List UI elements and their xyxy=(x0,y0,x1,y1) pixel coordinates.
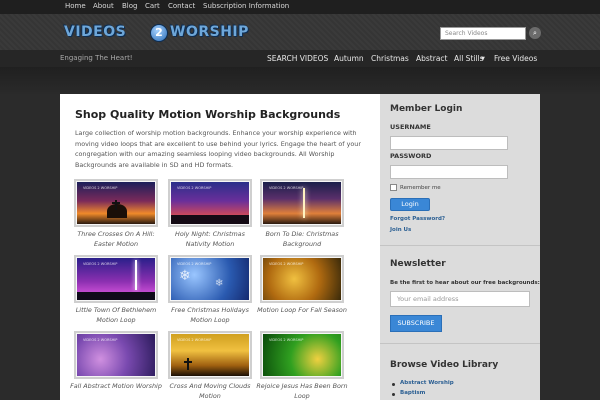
product-caption[interactable]: Rejoice Jesus Has Been Born Loop xyxy=(254,382,350,400)
nav-abstract[interactable]: Abstract xyxy=(416,54,447,63)
product-caption[interactable]: Little Town Of Bethlehem Motion Loop xyxy=(68,306,164,325)
divider xyxy=(380,343,540,344)
member-login-title: Member Login xyxy=(390,104,463,114)
main-content: Shop Quality Motion Worship Backgrounds … xyxy=(60,94,380,400)
product-thumbnail[interactable]: VIDEOS 2 WORSHIP xyxy=(74,331,158,379)
page-description: Large collection of worship motion backg… xyxy=(75,129,361,169)
product-thumbnail[interactable]: VIDEOS 2 WORSHIP xyxy=(168,179,252,227)
top-nav: Home About Blog Cart Contact Subscriptio… xyxy=(0,0,600,14)
product-thumbnail[interactable]: VIDEOS 2 WORSHIP xyxy=(260,179,344,227)
nav-contact-link[interactable]: Contact xyxy=(168,2,195,10)
nav-autumn[interactable]: Autumn xyxy=(334,54,364,63)
sidebar: Member Login USERNAME PASSWORD Remember … xyxy=(380,94,540,400)
search-input[interactable]: Search Videos xyxy=(440,27,526,40)
join-us-link[interactable]: Join Us xyxy=(390,227,411,233)
username-label: USERNAME xyxy=(390,123,431,131)
newsletter-text: Be the first to hear about our free back… xyxy=(390,280,540,286)
product-caption[interactable]: Fall Abstract Motion Worship xyxy=(68,382,164,392)
nav-cart-link[interactable]: Cart xyxy=(145,2,160,10)
logo-text-left: VIDEOS xyxy=(64,24,127,40)
bullet-icon xyxy=(392,393,395,396)
nav-about-link[interactable]: About xyxy=(93,2,114,10)
search-icon[interactable]: ⌕ xyxy=(529,27,541,39)
nav-christmas[interactable]: Christmas xyxy=(371,54,409,63)
nav-free-videos[interactable]: Free Videos xyxy=(494,54,537,63)
password-label: PASSWORD xyxy=(390,152,432,160)
product-thumbnail[interactable]: VIDEOS 2 WORSHIP xyxy=(260,331,344,379)
divider xyxy=(380,245,540,246)
page-title: Shop Quality Motion Worship Backgrounds xyxy=(75,108,341,121)
product-thumbnail[interactable]: VIDEOS 2 WORSHIP ❄ ❄ xyxy=(168,255,252,303)
product-caption[interactable]: Holy Night: Christmas Nativity Motion xyxy=(162,230,258,249)
product-caption[interactable]: Cross And Moving Clouds Motion xyxy=(162,382,258,400)
library-item-abstract[interactable]: Abstract Worship xyxy=(400,380,454,386)
logo-circle: 2 xyxy=(150,24,168,42)
product-caption[interactable]: Born To Die: Christmas Background xyxy=(254,230,350,249)
header-band xyxy=(0,67,600,94)
email-field[interactable]: Your email address xyxy=(390,291,530,307)
sub-bar: Engaging The Heart! SEARCH VIDEOS Autumn… xyxy=(0,50,600,67)
tagline: Engaging The Heart! xyxy=(60,54,133,62)
username-field[interactable] xyxy=(390,136,508,150)
password-field[interactable] xyxy=(390,165,508,179)
bullet-icon xyxy=(392,383,395,386)
nav-all-stills[interactable]: All Stills xyxy=(454,54,484,63)
logo-text-right: WORSHIP xyxy=(170,24,249,40)
product-caption[interactable]: Free Christmas Holidays Motion Loop xyxy=(162,306,258,325)
product-thumbnail[interactable]: VIDEOS 2 WORSHIP xyxy=(260,255,344,303)
product-thumbnail[interactable]: VIDEOS 2 WORSHIP xyxy=(168,331,252,379)
forgot-password-link[interactable]: Forgot Password? xyxy=(390,216,445,222)
newsletter-title: Newsletter xyxy=(390,259,446,269)
site-logo[interactable]: VIDEOS 2 WORSHIP xyxy=(64,24,270,42)
remember-label: Remember me xyxy=(400,185,441,191)
product-thumbnail[interactable]: VIDEOS 2 WORSHIP xyxy=(74,179,158,227)
nav-search-videos[interactable]: SEARCH VIDEOS xyxy=(267,54,328,63)
product-thumbnail[interactable]: VIDEOS 2 WORSHIP xyxy=(74,255,158,303)
product-caption[interactable]: Three Crosses On A Hill: Easter Motion xyxy=(68,230,164,249)
chevron-down-icon: ▼ xyxy=(481,56,485,62)
remember-checkbox[interactable] xyxy=(390,184,397,191)
nav-home-link[interactable]: Home xyxy=(65,2,86,10)
nav-blog-link[interactable]: Blog xyxy=(122,2,137,10)
subscribe-button[interactable]: SUBSCRIBE xyxy=(390,315,442,332)
login-button[interactable]: Login xyxy=(390,198,430,211)
library-item-baptism[interactable]: Baptism xyxy=(400,390,425,396)
product-caption[interactable]: Motion Loop For Fall Season xyxy=(254,306,350,316)
nav-subscription-link[interactable]: Subscription Information xyxy=(203,2,289,10)
library-title: Browse Video Library xyxy=(390,360,499,370)
